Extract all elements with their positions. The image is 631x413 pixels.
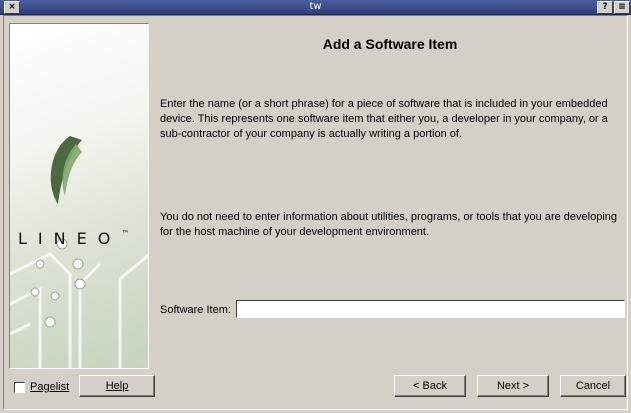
- intro-paragraph: Enter the name (or a short phrase) for a…: [160, 98, 608, 140]
- pagelist-checkbox[interactable]: Pagelist: [14, 380, 69, 394]
- trademark-mark: ™: [121, 229, 130, 238]
- logo-wordmark: LINEO: [18, 229, 122, 248]
- pagelist-label: Pagelist: [30, 381, 70, 393]
- help-button-label: Help: [105, 380, 129, 392]
- lineo-logo-panel: LINEO™: [9, 23, 149, 369]
- logo-text: LINEO™: [18, 229, 129, 248]
- window-title: tw: [309, 1, 322, 12]
- cancel-button-label: Cancel: [575, 380, 611, 392]
- software-item-label: Software Item:: [160, 304, 231, 316]
- title-bar[interactable]: × tw ? ≡: [0, 0, 631, 15]
- circuit-graphic: [10, 136, 148, 368]
- page-title: Add a Software Item: [322, 36, 458, 52]
- back-button[interactable]: < Back: [394, 375, 466, 397]
- help-button[interactable]: Help: [79, 375, 155, 397]
- note-paragraph: You do not need to enter information abo…: [160, 211, 617, 238]
- next-button-label: Next >: [496, 380, 530, 392]
- help-icon[interactable]: ?: [597, 1, 613, 14]
- next-button[interactable]: Next >: [477, 375, 549, 397]
- back-button-label: < Back: [413, 380, 447, 392]
- cancel-button[interactable]: Cancel: [560, 375, 626, 397]
- software-item-input[interactable]: [236, 300, 625, 318]
- window-menu-icon[interactable]: ≡: [614, 1, 630, 14]
- checkbox-box[interactable]: [14, 381, 25, 393]
